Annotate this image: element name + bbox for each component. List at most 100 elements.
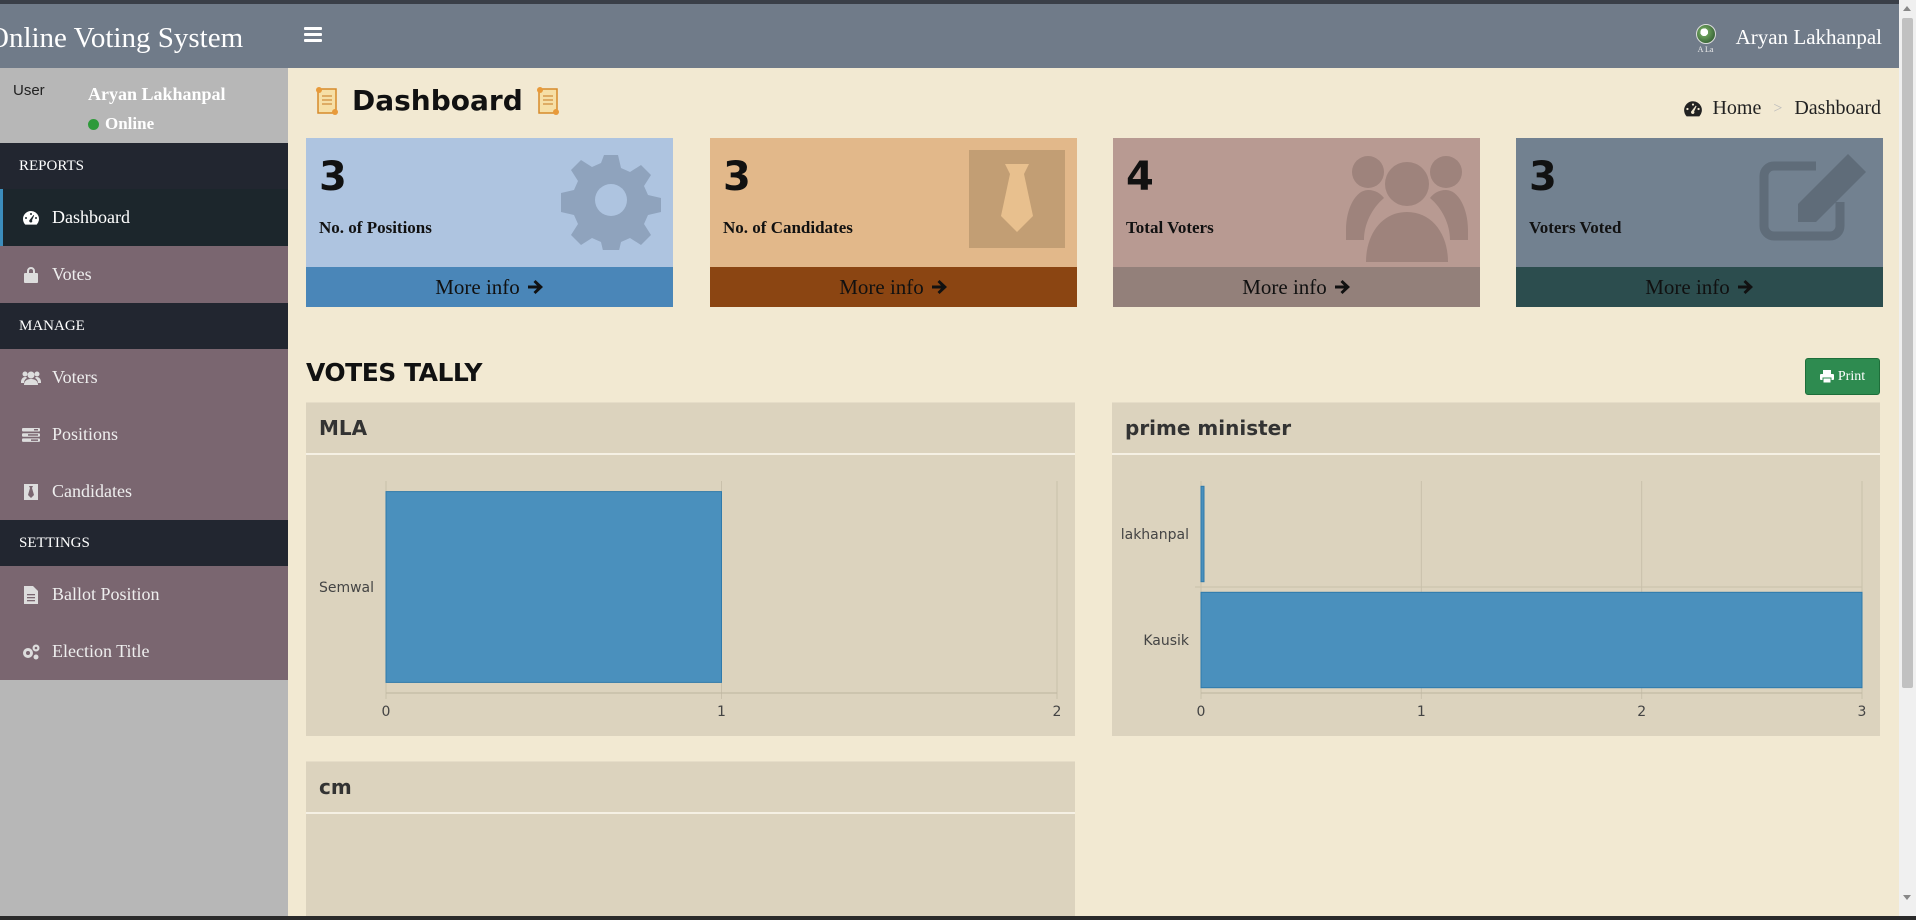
dashboard-icon	[1684, 100, 1703, 116]
breadcrumb: Home > Dashboard	[1683, 97, 1881, 120]
bar-chart-prime-minister: 0 1 2 3 lakhanpal Kausik	[1121, 481, 1867, 720]
stat-value: 3	[319, 154, 347, 200]
stat-box-positions: 3 No. of Positions More info	[306, 138, 673, 307]
sidebar-toggle-button[interactable]	[304, 27, 322, 43]
edit-icon	[1759, 154, 1866, 241]
more-info-link[interactable]: More info	[1516, 267, 1883, 307]
sidebar-item-label: Positions	[52, 424, 119, 444]
gear-icon	[561, 155, 661, 250]
sidebar-item-label: Ballot Position	[52, 584, 160, 604]
x-tick-label: 2	[1053, 704, 1062, 720]
top-navbar: Online Voting System A La Aryan Lakhanpa…	[0, 0, 1916, 68]
sidebar-item-voters[interactable]: Voters	[0, 349, 288, 406]
bar-chart-mla: 0 1 2 Semwal	[319, 481, 1062, 720]
arrow-right-icon	[1334, 280, 1350, 294]
breadcrumb-current: Dashboard	[1794, 97, 1881, 119]
arrow-right-icon	[527, 280, 543, 294]
sidebar-item-label: Dashboard	[52, 207, 130, 227]
x-tick-label: 3	[1858, 704, 1867, 720]
category-label: Kausik	[1143, 633, 1190, 649]
scroll-icon	[316, 86, 338, 115]
bar-lakhanpal	[1200, 485, 1205, 583]
more-info-link[interactable]: More info	[306, 267, 673, 307]
stat-label: No. of Candidates	[723, 218, 853, 237]
chart-panel-mla: MLA 0 1 2 Semwal	[306, 402, 1075, 736]
sidebar-user-name: Aryan Lakhanpal	[88, 84, 226, 104]
print-icon	[1819, 370, 1834, 383]
sidebar-item-votes[interactable]: Votes	[0, 246, 288, 303]
chart-title: cm	[306, 762, 1075, 814]
user-menu[interactable]: A La Aryan Lakhanpal	[1692, 22, 1882, 54]
stat-label: Voters Voted	[1529, 218, 1622, 237]
x-tick-label: 1	[1417, 704, 1426, 720]
chart-panel-cm: cm	[306, 761, 1075, 920]
online-dot-icon	[88, 118, 99, 130]
category-label: Semwal	[319, 580, 374, 596]
file-text-icon	[21, 585, 41, 604]
scroll-icon	[536, 86, 559, 115]
user-image-alt: User	[13, 82, 45, 99]
dashboard-icon	[21, 209, 41, 227]
sidebar-item-label: Votes	[52, 264, 92, 284]
stat-box-voters-voted: 3 Voters Voted More info	[1516, 138, 1883, 307]
chart-panel-prime-minister: prime minister 0 1 2 3 lakhanpal Kausik	[1112, 402, 1880, 736]
stat-label: Total Voters	[1126, 218, 1214, 237]
chart-title: prime minister	[1112, 403, 1880, 455]
sidebar-item-election-title[interactable]: Election Title	[0, 623, 288, 680]
stat-label: No. of Positions	[319, 218, 432, 237]
online-status: Online	[88, 114, 154, 134]
sidebar-item-label: Candidates	[52, 481, 132, 501]
more-info-link[interactable]: More info	[710, 267, 1077, 307]
chart-title: MLA	[306, 403, 1075, 455]
x-tick-label: 2	[1637, 704, 1646, 720]
sidebar-item-label: Election Title	[52, 641, 150, 661]
sidebar-item-dashboard[interactable]: Dashboard	[0, 189, 288, 246]
category-label: lakhanpal	[1121, 527, 1189, 543]
arrow-right-icon	[931, 280, 947, 294]
sidebar-item-candidates[interactable]: Candidates	[0, 463, 288, 520]
window-bottom-edge	[0, 916, 1916, 920]
menu-header-reports: REPORTS	[0, 143, 288, 189]
sidebar-user-panel: User Aryan Lakhanpal Online	[0, 68, 288, 143]
sidebar-menu: REPORTS Dashboard Votes MANAGE Voters Po…	[0, 143, 288, 680]
more-info-link[interactable]: More info	[1113, 267, 1480, 307]
bar-kausik	[1200, 591, 1863, 689]
breadcrumb-home-link[interactable]: Home	[1712, 97, 1761, 120]
page-title: Dashboard	[352, 84, 523, 117]
scrollbar-thumb[interactable]	[1902, 18, 1913, 688]
bar-semwal	[385, 491, 722, 683]
brand-title: Online Voting System	[0, 22, 244, 54]
users-icon	[21, 369, 41, 387]
stat-value: 3	[1529, 154, 1557, 200]
sidebar-item-label: Voters	[52, 367, 98, 387]
sidebar-item-ballot-position[interactable]: Ballot Position	[0, 566, 288, 623]
sidebar-item-positions[interactable]: Positions	[0, 406, 288, 463]
x-tick-label: 0	[1197, 704, 1206, 720]
menu-header-settings: SETTINGS	[0, 520, 288, 566]
black-tie-icon	[21, 483, 41, 501]
tie-icon	[969, 150, 1065, 248]
brand-logo[interactable]: Online Voting System	[0, 8, 288, 68]
tasks-icon	[21, 426, 41, 444]
x-tick-label: 1	[717, 704, 726, 720]
cogs-icon	[21, 643, 41, 661]
avatar: A La	[1692, 22, 1720, 54]
stat-box-candidates: 3 No. of Candidates More info	[710, 138, 1077, 307]
stat-value: 3	[723, 154, 751, 200]
breadcrumb-separator: >	[1773, 99, 1783, 117]
users-icon	[1346, 156, 1468, 262]
vertical-scrollbar[interactable]	[1899, 0, 1916, 920]
menu-header-manage: MANAGE	[0, 303, 288, 349]
stat-box-total-voters: 4 Total Voters More info	[1113, 138, 1480, 307]
print-button[interactable]: Print	[1805, 358, 1880, 395]
sidebar: User Aryan Lakhanpal Online REPORTS Dash…	[0, 68, 288, 920]
lock-icon	[21, 266, 41, 284]
top-user-name: Aryan Lakhanpal	[1735, 24, 1882, 49]
scroll-up-arrow-icon[interactable]	[1903, 6, 1911, 11]
x-tick-label: 0	[382, 704, 391, 720]
arrow-right-icon	[1737, 280, 1753, 294]
stat-value: 4	[1126, 154, 1154, 200]
page-header: Dashboard	[314, 84, 561, 117]
votes-tally-heading: VOTES TALLY	[306, 358, 483, 387]
scroll-down-arrow-icon[interactable]	[1903, 895, 1911, 900]
